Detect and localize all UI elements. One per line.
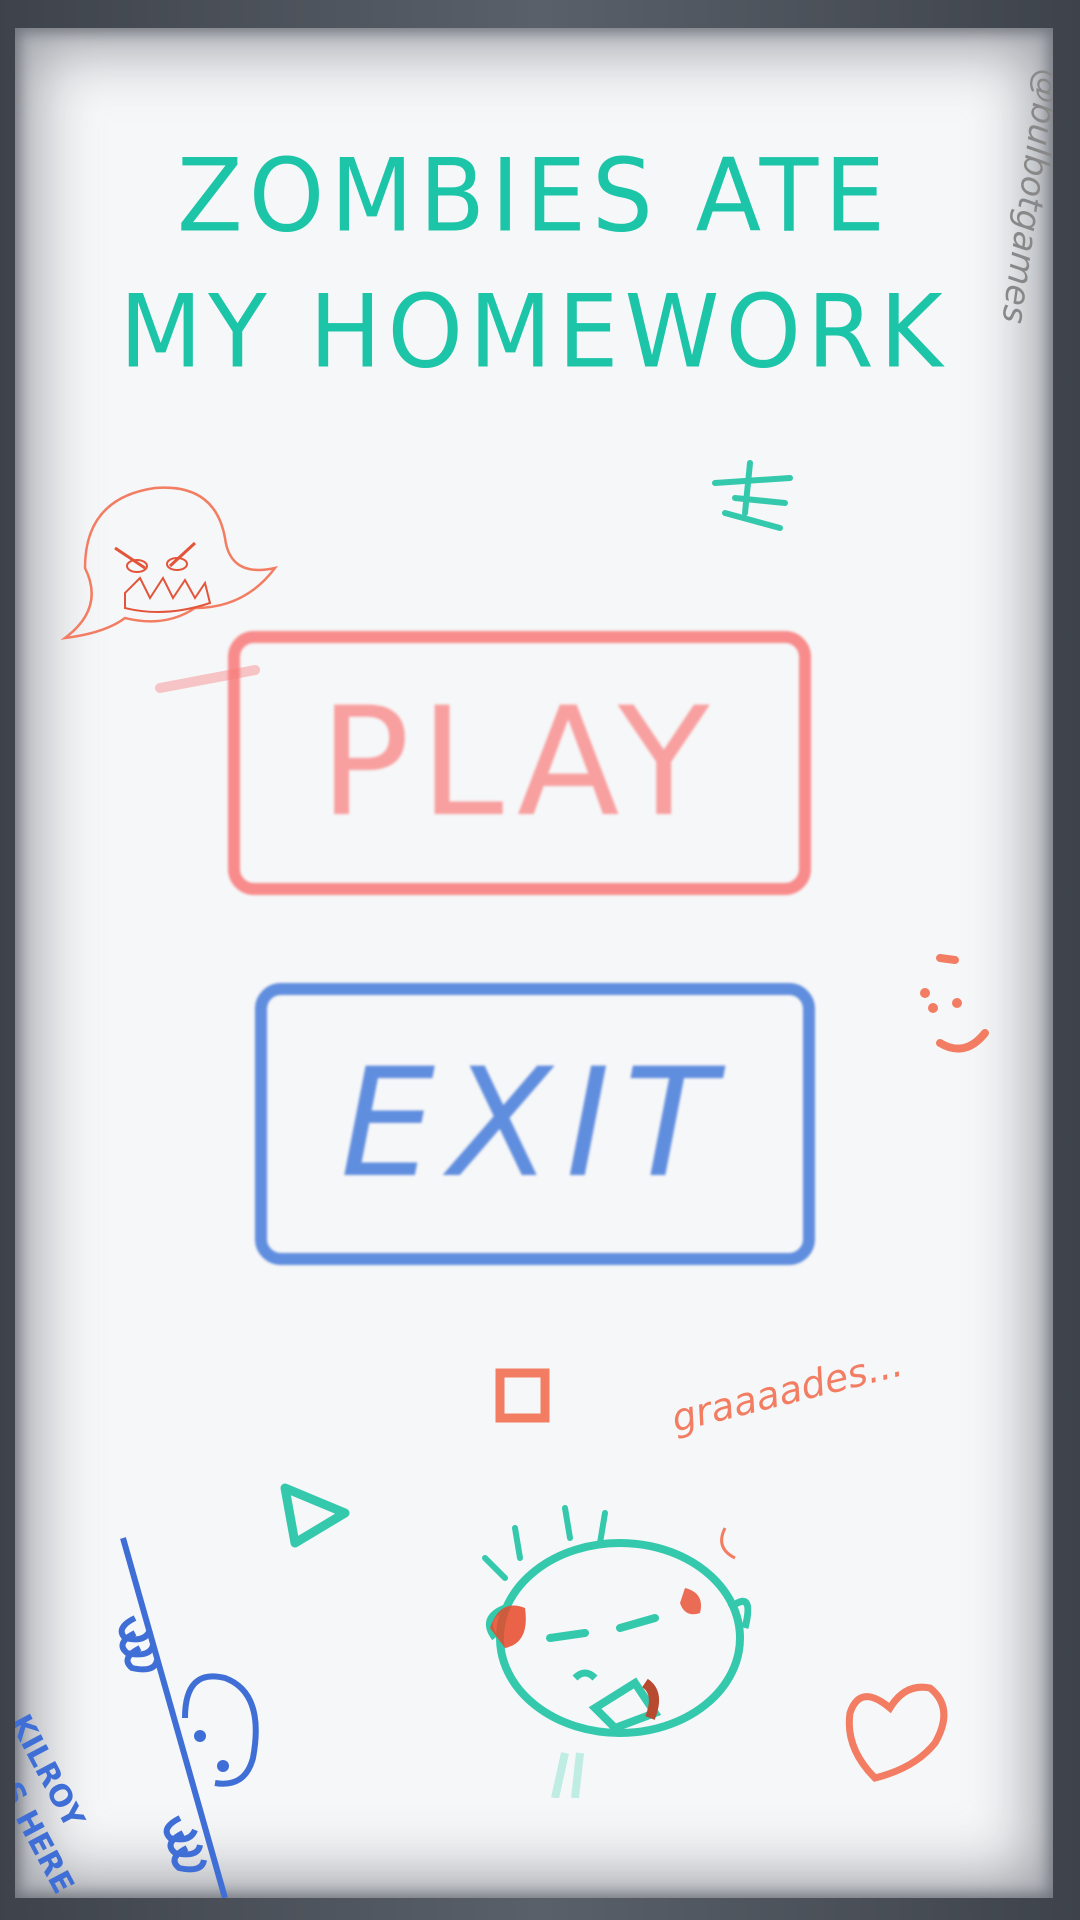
- whiteboard: ZOMBIES ATE MY HOMEWORK @bulbotgames KIL…: [15, 28, 1053, 1898]
- play-button-label: PLAY: [319, 676, 720, 850]
- zombie-head-doodle: [482, 1505, 752, 1798]
- game-title-line-1: ZOMBIES ATE: [177, 137, 891, 255]
- exit-button-label: EXIT: [340, 1037, 730, 1211]
- play-button[interactable]: PLAY: [228, 631, 811, 895]
- zombie-girl-doodle: [60, 486, 279, 640]
- game-title-line-2: MY HOMEWORK: [119, 273, 949, 391]
- kilroy-doodle: [118, 1537, 259, 1898]
- star-doodle: [712, 460, 793, 531]
- kilroy-was-here-text: KILROY WAS HERE: [15, 1708, 91, 1898]
- whiteboard-frame: ZOMBIES ATE MY HOMEWORK @bulbotgames KIL…: [0, 0, 1080, 1920]
- square-doodle: [495, 1368, 550, 1423]
- play-button-stroke-tail: [155, 665, 260, 693]
- exit-button[interactable]: EXIT: [255, 983, 815, 1265]
- heart-doodle: [845, 1683, 948, 1782]
- zombie-speech-text: graaaades...: [667, 1340, 908, 1441]
- smiley-doodle: [920, 954, 989, 1053]
